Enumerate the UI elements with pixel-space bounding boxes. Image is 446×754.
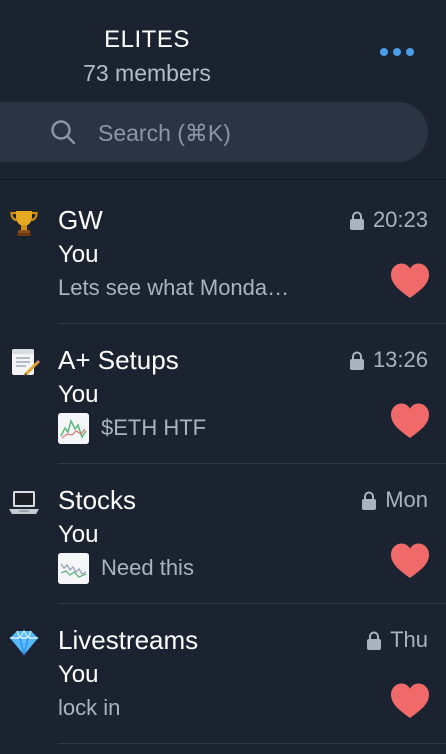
search-icon (51, 120, 76, 145)
more-dots-icon[interactable] (372, 32, 422, 72)
group-header: ELITES 73 members Search (⌘K) (0, 0, 446, 180)
header-divider (0, 179, 446, 180)
chat-row-livestreams[interactable]: Livestreams Thu You lock in (0, 604, 446, 744)
chat-sender: You (58, 241, 99, 268)
chat-title: Livestreams (58, 625, 199, 655)
chat-time: Thu (390, 627, 428, 652)
member-count: 73 members (83, 60, 211, 86)
dot (380, 48, 388, 56)
laptop-icon (9, 491, 39, 514)
memo-icon (12, 349, 40, 376)
chart-thumbnail-icon (58, 553, 89, 584)
group-title: ELITES (104, 26, 190, 53)
trophy-icon (10, 211, 38, 236)
lock-icon (349, 211, 364, 230)
dot (406, 48, 414, 56)
chat-time: 20:23 (372, 207, 428, 232)
heart-icon[interactable] (389, 682, 431, 720)
chat-row-a-setups[interactable]: A+ Setups 13:26 You $ETH HTF (0, 324, 446, 464)
dot (393, 48, 401, 56)
chat-sender: You (58, 381, 99, 408)
chat-sender: You (58, 521, 99, 548)
chat-title: A+ Setups (58, 345, 179, 375)
lock-icon (367, 631, 382, 650)
chat-meta: Mon (361, 486, 428, 514)
chat-row-stocks[interactable]: Stocks Mon You Need this (0, 464, 446, 604)
chat-preview: $ETH HTF (101, 415, 207, 440)
heart-icon[interactable] (389, 542, 431, 580)
chat-list-screen: ELITES 73 members Search (⌘K) GW 20:23 Y… (0, 0, 446, 754)
lock-icon (349, 351, 364, 370)
chat-time: Mon (385, 487, 428, 512)
chat-time: 13:26 (372, 347, 428, 372)
chat-preview: lock in (58, 695, 121, 720)
heart-icon[interactable] (389, 402, 431, 440)
chat-meta: 20:23 (349, 206, 428, 234)
chat-row-gw[interactable]: GW 20:23 You Lets see what Monda… (0, 184, 446, 324)
lock-icon (362, 491, 377, 510)
gem-icon (10, 629, 38, 656)
chat-title: GW (58, 205, 103, 235)
chart-thumbnail-icon (58, 413, 89, 444)
search-placeholder: Search (⌘K) (98, 120, 231, 146)
row-divider (58, 743, 446, 744)
chat-meta: 13:26 (349, 346, 428, 374)
chat-preview: Need this (101, 555, 194, 580)
chat-preview: Lets see what Monda… (58, 275, 290, 300)
heart-icon[interactable] (389, 262, 431, 300)
chat-meta: Thu (366, 626, 428, 654)
chat-title: Stocks (58, 485, 137, 515)
chat-sender: You (58, 661, 99, 688)
